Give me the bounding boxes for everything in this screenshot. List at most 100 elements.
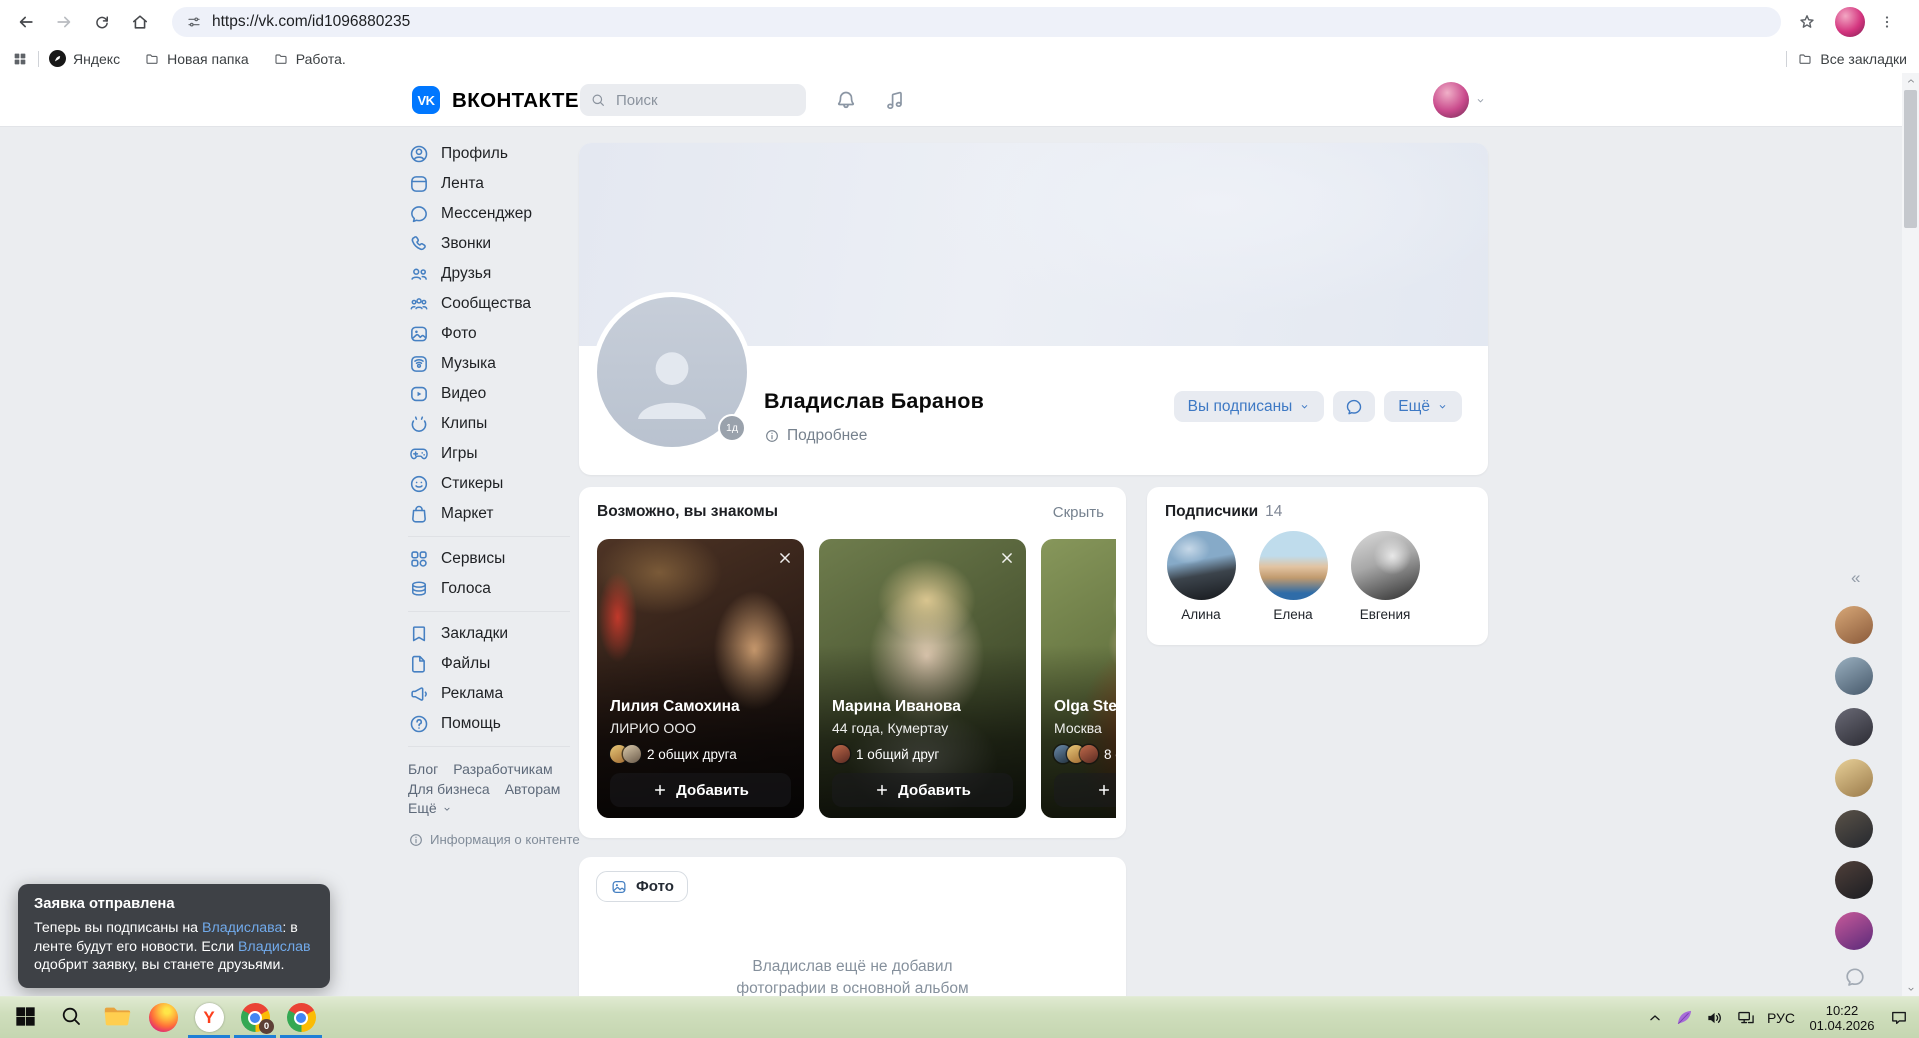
reload-button[interactable] — [86, 6, 118, 38]
suggestion-card[interactable]: Лилия Самохина ЛИРИО ООО 2 общих друга Д… — [597, 539, 804, 818]
content-info-link[interactable]: Информация о контенте — [408, 832, 583, 848]
notifications-bell-icon[interactable] — [834, 88, 858, 112]
sidebar-item-stickers[interactable]: Стикеры — [408, 469, 583, 499]
more-actions-button[interactable]: Ещё — [1384, 391, 1462, 422]
photos-tab[interactable]: Фото — [596, 871, 688, 902]
sidebar-item-votes[interactable]: Голоса — [408, 574, 583, 604]
sidebar-item-bookmark[interactable]: Закладки — [408, 619, 583, 649]
music-note-icon[interactable] — [883, 88, 907, 112]
add-friend-button[interactable]: Добавить — [610, 773, 791, 807]
sidebar-item-groups[interactable]: Сообщества — [408, 289, 583, 319]
home-button[interactable] — [124, 6, 156, 38]
sidebar-item-photo[interactable]: Фото — [408, 319, 583, 349]
sidebar-item-phone[interactable]: Звонки — [408, 229, 583, 259]
chat-rail-collapse-button[interactable]: « — [1851, 568, 1860, 588]
search-input[interactable] — [614, 90, 796, 110]
volume-icon[interactable] — [1705, 1008, 1725, 1028]
chat-avatar[interactable] — [1835, 759, 1873, 797]
follower-avatar[interactable] — [1350, 531, 1420, 600]
scroll-down-arrow[interactable] — [1902, 981, 1919, 996]
follower-avatar[interactable] — [1258, 531, 1328, 600]
follower-avatar[interactable] — [1166, 531, 1236, 600]
taskbar-app-icon — [13, 1004, 38, 1032]
back-button[interactable] — [10, 6, 42, 38]
clock[interactable]: 10:22 01.04.2026 — [1806, 1003, 1878, 1033]
footer-link[interactable]: Разработчикам — [453, 760, 552, 780]
add-friend-button[interactable]: Добавить — [832, 773, 1013, 807]
network-icon[interactable] — [1736, 1008, 1756, 1028]
taskbar-yandex-browser[interactable]: Y — [186, 997, 232, 1038]
taskbar-chrome-profile[interactable]: 0 — [232, 997, 278, 1038]
tray-chevron-up-icon[interactable] — [1647, 1010, 1663, 1026]
sidebar-item-ads[interactable]: Реклама — [408, 679, 583, 709]
sidebar-item-help[interactable]: Помощь — [408, 709, 583, 739]
bookmark-label: Новая папка — [167, 50, 249, 67]
browser-menu-button[interactable] — [1871, 6, 1903, 38]
taskbar-explorer[interactable] — [94, 997, 140, 1038]
footer-link[interactable]: Блог — [408, 760, 438, 780]
language-indicator[interactable]: РУС — [1767, 1010, 1795, 1026]
apps-grid-icon[interactable] — [12, 51, 28, 67]
antivirus-feather-icon[interactable] — [1674, 1008, 1694, 1028]
chevron-down-icon — [442, 804, 452, 814]
chat-avatar[interactable] — [1835, 861, 1873, 899]
sidebar-item-friends[interactable]: Друзья — [408, 259, 583, 289]
chevron-down-icon[interactable] — [1475, 95, 1486, 106]
sidebar-item-profile[interactable]: Профиль — [408, 139, 583, 169]
vk-search[interactable] — [580, 84, 806, 116]
address-bar[interactable]: https://vk.com/id1096880235 — [172, 7, 1781, 37]
dismiss-suggestion-button[interactable] — [774, 547, 796, 569]
sidebar-item-services[interactable]: Сервисы — [408, 544, 583, 574]
chat-avatar[interactable] — [1835, 810, 1873, 848]
scroll-up-arrow[interactable] — [1902, 73, 1919, 88]
sidebar-item-music[interactable]: Музыка — [408, 349, 583, 379]
vk-logotype[interactable]: ВКОНТАКТЕ — [452, 89, 579, 113]
footer-link[interactable]: Для бизнеса — [408, 780, 490, 800]
bookmark-star-button[interactable] — [1791, 6, 1823, 38]
toast-link[interactable]: Владислава — [202, 920, 282, 936]
action-center-icon[interactable] — [1889, 1008, 1909, 1028]
suggestion-card[interactable]: Марина Иванова 44 года, Кумертау 1 общий… — [819, 539, 1026, 818]
all-bookmarks-button[interactable]: Все закладки — [1797, 51, 1907, 67]
add-friend-button[interactable]: Добавить — [1054, 773, 1116, 807]
sidebar-item-video[interactable]: Видео — [408, 379, 583, 409]
dismiss-suggestion-button[interactable] — [996, 547, 1018, 569]
suggestion-card[interactable]: Olga Stepan Москва 8 об Добавить — [1041, 539, 1116, 818]
scrollbar[interactable] — [1902, 73, 1919, 996]
hide-suggestions-link[interactable]: Скрыть — [1053, 504, 1104, 521]
follower[interactable]: Елена — [1253, 531, 1333, 622]
toast-link[interactable]: Владислав — [238, 939, 311, 955]
footer-more-link[interactable]: Ещё — [408, 799, 583, 819]
chat-avatar[interactable] — [1835, 912, 1873, 950]
browser-profile-avatar[interactable] — [1835, 7, 1865, 37]
vk-profile-avatar[interactable] — [1433, 82, 1469, 118]
sidebar-item-market[interactable]: Маркет — [408, 499, 583, 529]
bookmark-item-folder[interactable]: Работа. — [273, 51, 346, 67]
sidebar-item-file[interactable]: Файлы — [408, 649, 583, 679]
chat-avatar[interactable] — [1835, 708, 1873, 746]
chat-avatar[interactable] — [1835, 657, 1873, 695]
forward-button[interactable] — [48, 6, 80, 38]
taskbar-search[interactable] — [48, 997, 94, 1038]
sidebar: Профиль Лента Мессенджер Звонки Друзья С… — [408, 139, 583, 848]
follower[interactable]: Евгения — [1345, 531, 1425, 622]
toast-notification: Заявка отправлена Теперь вы подписаны на… — [18, 884, 330, 988]
sidebar-item-msg[interactable]: Мессенджер — [408, 199, 583, 229]
bookmark-item-yandex[interactable]: Яндекс — [49, 50, 120, 67]
subscribed-button[interactable]: Вы подписаны — [1173, 391, 1325, 422]
bookmark-item-folder[interactable]: Новая папка — [144, 51, 249, 67]
scrollbar-thumb[interactable] — [1904, 90, 1917, 228]
taskbar-chrome[interactable] — [278, 997, 324, 1038]
follower[interactable]: Алина — [1161, 531, 1241, 622]
taskbar-firefox[interactable] — [140, 997, 186, 1038]
chat-bubble-icon[interactable] — [1843, 965, 1867, 989]
chat-avatar[interactable] — [1835, 606, 1873, 644]
taskbar-start[interactable] — [2, 997, 48, 1038]
profile-details-link[interactable]: Подробнее — [764, 427, 867, 445]
sidebar-item-games[interactable]: Игры — [408, 439, 583, 469]
sidebar-item-clips[interactable]: Клипы — [408, 409, 583, 439]
footer-link[interactable]: Авторам — [505, 780, 561, 800]
message-button[interactable] — [1333, 391, 1376, 422]
vk-logo[interactable]: VK — [412, 86, 440, 114]
sidebar-item-feed[interactable]: Лента — [408, 169, 583, 199]
